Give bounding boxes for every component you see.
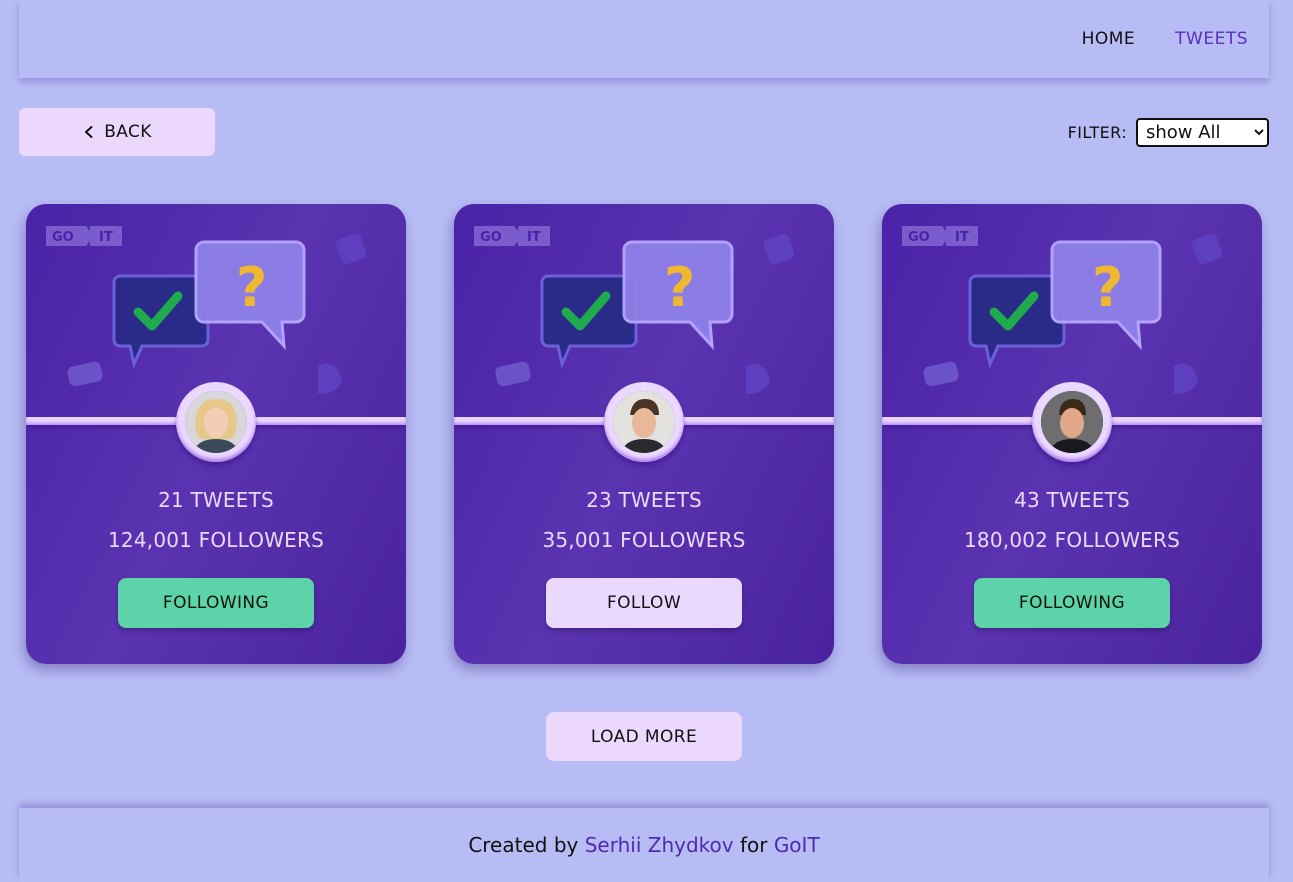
followers-count: 180,002 FOLLOWERS: [963, 528, 1181, 552]
tweets-count: 43 TWEETS: [1014, 488, 1130, 512]
tweets-count: 21 TWEETS: [158, 488, 274, 512]
back-button-label: BACK: [104, 122, 152, 142]
user-card: GO IT ? 21 TWEETS 124,001 FOLLOWERS FOLL…: [26, 204, 406, 664]
load-more-button[interactable]: LOAD MORE: [546, 712, 742, 761]
goit-logo: GO IT: [46, 226, 122, 246]
user-card: GO IT ? 43 TWEETS 180,002 FOLLOWERS FOLL…: [882, 204, 1262, 664]
logo-it-text: IT: [955, 230, 969, 245]
logo-go-text: GO: [480, 230, 502, 245]
nav-home-link[interactable]: HOME: [1082, 29, 1136, 49]
tweets-count: 23 TWEETS: [586, 488, 702, 512]
avatar: [185, 391, 247, 453]
svg-text:?: ?: [236, 256, 267, 319]
avatar-frame: [604, 382, 684, 462]
logo-go-text: GO: [908, 230, 930, 245]
follow-button[interactable]: FOLLOW: [546, 578, 742, 628]
site-header: HOME TWEETS: [19, 0, 1269, 78]
svg-text:?: ?: [664, 256, 695, 319]
back-button[interactable]: BACK: [19, 108, 215, 156]
goit-logo: GO IT: [902, 226, 978, 246]
following-button[interactable]: FOLLOWING: [974, 578, 1170, 628]
user-card: GO IT ? 23 TWEETS 35,001 FOLLOWERS FOLLO…: [454, 204, 834, 664]
avatar-frame: [176, 382, 256, 462]
chevron-left-icon: [85, 126, 93, 138]
filter-control: FILTER: show All: [1068, 118, 1269, 147]
logo-go-text: GO: [52, 230, 74, 245]
woman-avatar-icon: [185, 391, 247, 453]
footer-prefix: Created by: [468, 833, 585, 857]
avatar: [613, 391, 675, 453]
goit-link[interactable]: GoIT: [774, 833, 820, 857]
avatar: [1041, 391, 1103, 453]
nav-tweets-link[interactable]: TWEETS: [1175, 29, 1248, 49]
following-button[interactable]: FOLLOWING: [118, 578, 314, 628]
site-footer: Created by Serhii Zhydkov for GoIT: [19, 808, 1269, 882]
logo-it-text: IT: [527, 230, 541, 245]
goit-logo: GO IT: [474, 226, 550, 246]
svg-text:?: ?: [1092, 256, 1123, 319]
man-avatar-icon: [613, 391, 675, 453]
author-link[interactable]: Serhii Zhydkov: [585, 833, 734, 857]
man-avatar-icon: [1041, 391, 1103, 453]
footer-middle: for: [733, 833, 774, 857]
followers-count: 124,001 FOLLOWERS: [107, 528, 325, 552]
logo-it-text: IT: [99, 230, 113, 245]
followers-count: 35,001 FOLLOWERS: [542, 528, 746, 552]
filter-label: FILTER:: [1067, 123, 1127, 142]
filter-select[interactable]: show All: [1136, 118, 1269, 147]
avatar-frame: [1032, 382, 1112, 462]
